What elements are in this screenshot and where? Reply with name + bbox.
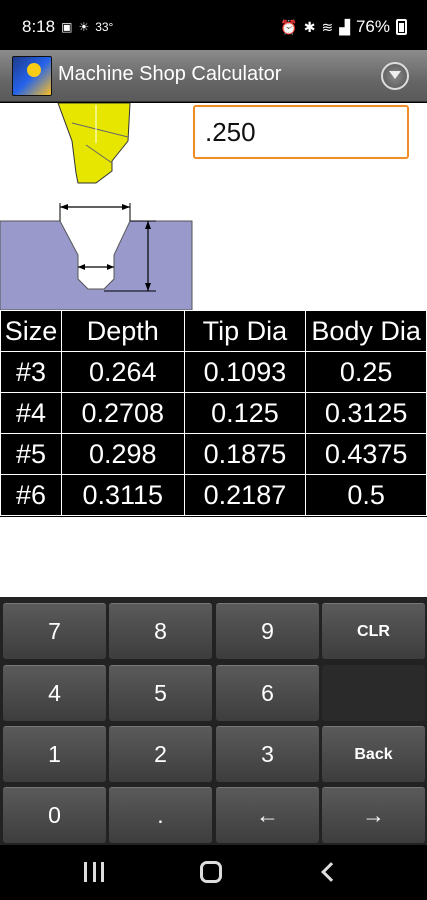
- key-8[interactable]: 8: [109, 603, 212, 659]
- menu-dropdown-button[interactable]: [381, 62, 409, 90]
- bluetooth-icon: ✱: [303, 18, 316, 35]
- header-depth: Depth: [60, 310, 185, 352]
- recent-apps-icon[interactable]: [84, 862, 104, 882]
- cell-tip-dia: 0.1093: [183, 351, 307, 393]
- cell-body-dia: 0.4375: [305, 433, 427, 475]
- status-time: 8:18: [22, 17, 56, 36]
- table-row: #4 0.2708 0.125 0.3125: [0, 392, 427, 434]
- weather-icon: ☀: [78, 20, 90, 34]
- cell-depth: 0.298: [60, 433, 185, 475]
- back-icon[interactable]: [321, 862, 341, 882]
- battery-percent: 76%: [355, 17, 390, 36]
- cell-body-dia: 0.3125: [305, 392, 427, 434]
- status-temp: 33°: [95, 20, 114, 34]
- key-empty: [322, 665, 425, 721]
- cell-size: #6: [0, 474, 62, 516]
- navigation-bar: [0, 845, 427, 900]
- drill-bit-icon: [57, 103, 131, 184]
- cell-tip-dia: 0.1875: [183, 433, 307, 475]
- key-right-arrow[interactable]: →: [322, 787, 425, 843]
- sim-icon: ▣: [61, 20, 73, 34]
- blank-area: [0, 517, 427, 597]
- chevron-down-icon: [389, 71, 401, 79]
- header-body-dia: Body Dia: [305, 310, 427, 352]
- key-0[interactable]: 0: [3, 787, 106, 843]
- title-bar: Machine Shop Calculator: [0, 50, 427, 102]
- status-bar: 8:18 ▣ ☀ 33° ⏰ ✱ ≋ ▟ 76%: [0, 0, 427, 50]
- keypad: 7 8 9 CLR 4 5 6 1 2 3 Back 0 . ← →: [0, 597, 427, 845]
- table-header-row: Size Depth Tip Dia Body Dia: [0, 310, 427, 352]
- home-icon[interactable]: [200, 861, 222, 883]
- app-logo-icon: [12, 56, 52, 96]
- table-row: #6 0.3115 0.2187 0.5: [0, 474, 427, 516]
- header-size: Size: [0, 310, 62, 352]
- cell-tip-dia: 0.125: [183, 392, 307, 434]
- key-5[interactable]: 5: [109, 665, 212, 721]
- signal-icon: ▟: [339, 18, 350, 35]
- cell-body-dia: 0.5: [305, 474, 427, 516]
- key-3[interactable]: 3: [216, 726, 319, 782]
- app-title: Machine Shop Calculator: [58, 63, 282, 85]
- table-row: #5 0.298 0.1875 0.4375: [0, 433, 427, 475]
- workpiece-shape: [0, 220, 193, 310]
- key-decimal[interactable]: .: [109, 787, 212, 843]
- cell-size: #4: [0, 392, 62, 434]
- cell-depth: 0.3115: [60, 474, 185, 516]
- key-9[interactable]: 9: [216, 603, 319, 659]
- counterbore-diagram: [0, 103, 193, 310]
- key-7[interactable]: 7: [3, 603, 106, 659]
- cell-tip-dia: 0.2187: [183, 474, 307, 516]
- content-area: [0, 103, 427, 310]
- status-right: ⏰ ✱ ≋ ▟ 76%: [280, 17, 407, 37]
- cell-size: #5: [0, 433, 62, 475]
- cell-depth: 0.2708: [60, 392, 185, 434]
- key-2[interactable]: 2: [109, 726, 212, 782]
- header-tip-dia: Tip Dia: [183, 310, 307, 352]
- key-6[interactable]: 6: [216, 665, 319, 721]
- key-back[interactable]: Back: [322, 726, 425, 782]
- value-input-field[interactable]: [193, 105, 409, 159]
- battery-icon: [396, 19, 407, 35]
- results-table: Size Depth Tip Dia Body Dia #3 0.264 0.1…: [0, 310, 427, 516]
- alarm-icon: ⏰: [280, 18, 298, 35]
- wifi-icon: ≋: [321, 18, 334, 35]
- cell-size: #3: [0, 351, 62, 393]
- status-left: 8:18 ▣ ☀ 33°: [22, 17, 113, 37]
- key-1[interactable]: 1: [3, 726, 106, 782]
- key-4[interactable]: 4: [3, 665, 106, 721]
- table-row: #3 0.264 0.1093 0.25: [0, 351, 427, 393]
- key-clear[interactable]: CLR: [322, 603, 425, 659]
- cell-depth: 0.264: [60, 351, 185, 393]
- key-left-arrow[interactable]: ←: [216, 787, 319, 843]
- cell-body-dia: 0.25: [305, 351, 427, 393]
